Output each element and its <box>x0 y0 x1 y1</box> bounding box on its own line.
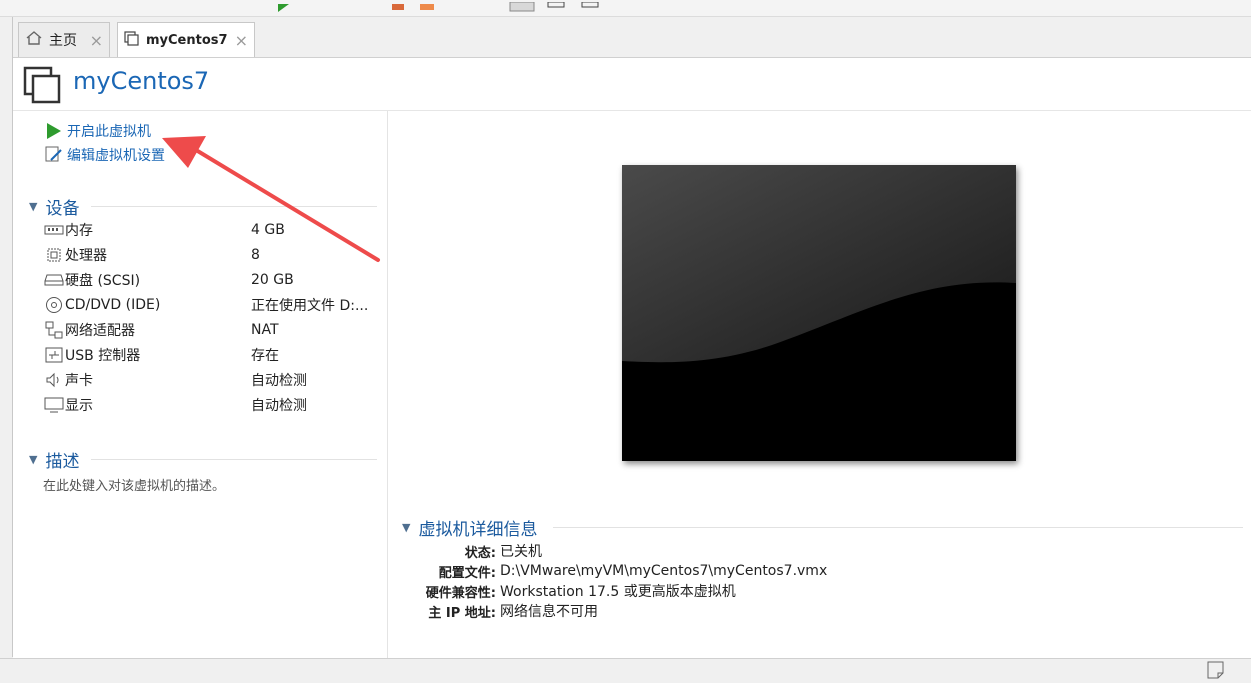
detail-key: 状态: <box>464 545 496 561</box>
device-value: 自动检测 <box>251 373 307 389</box>
vm-details-section-title: 虚拟机详细信息 <box>418 519 538 540</box>
vm-summary-panel: myCentos7 开启此虚拟机 编辑虚拟机设置 ▼ 设备 内存 4 GB 处理… <box>13 57 1251 658</box>
section-divider <box>91 459 377 460</box>
device-row-memory[interactable]: 内存 4 GB <box>43 219 383 241</box>
device-name: USB 控制器 <box>65 348 141 364</box>
cpu-icon <box>43 246 65 264</box>
device-value: NAT <box>251 322 279 338</box>
edit-settings-icon <box>45 146 62 162</box>
tab-bar: 主页 × myCentos7 × <box>13 17 1251 58</box>
tab-home-label: 主页 <box>49 33 77 49</box>
page-title: myCentos7 <box>73 67 210 95</box>
vm-header: myCentos7 <box>13 58 1251 111</box>
tab-mycentos7-label: myCentos7 <box>146 33 228 48</box>
description-section-title: 描述 <box>45 451 80 472</box>
play-icon <box>47 123 61 139</box>
device-name: 硬盘 (SCSI) <box>65 273 141 289</box>
description-section-header[interactable]: ▼ 描述 <box>29 448 80 472</box>
device-row-cd-dvd[interactable]: CD/DVD (IDE) 正在使用文件 D:... <box>43 294 383 316</box>
tab-home[interactable]: 主页 × <box>18 22 110 57</box>
device-name: 显示 <box>65 398 93 414</box>
device-value: 20 GB <box>251 272 294 288</box>
device-row-usb-controller[interactable]: USB 控制器 存在 <box>43 344 383 366</box>
toolbar-snapshot-icon[interactable] <box>390 0 440 10</box>
detail-value: D:\VMware\myVM\myCentos7\myCentos7.vmx <box>500 563 828 579</box>
device-value: 存在 <box>251 348 279 364</box>
monitor-icon <box>43 396 65 414</box>
detail-row-status: 状态: 已关机 <box>385 541 542 561</box>
vm-info-pane: 开启此虚拟机 编辑虚拟机设置 ▼ 设备 内存 4 GB 处理器 8 硬盘 (SC… <box>13 111 388 658</box>
device-name: CD/DVD (IDE) <box>65 297 161 313</box>
device-name: 声卡 <box>65 373 93 389</box>
device-name: 处理器 <box>65 248 107 264</box>
collapse-triangle-icon: ▼ <box>402 520 411 534</box>
network-adapter-icon <box>43 321 65 339</box>
main-toolbar <box>0 0 1251 17</box>
memory-icon <box>43 221 65 239</box>
device-row-hard-disk[interactable]: 硬盘 (SCSI) 20 GB <box>43 269 383 291</box>
edit-vm-settings-link[interactable]: 编辑虚拟机设置 <box>45 145 165 165</box>
detail-value: Workstation 17.5 或更高版本虚拟机 <box>500 584 736 600</box>
detail-key: 配置文件: <box>438 565 496 581</box>
device-row-network-adapter[interactable]: 网络适配器 NAT <box>43 319 383 341</box>
home-icon <box>25 30 43 50</box>
device-name: 内存 <box>65 223 93 239</box>
devices-section-header[interactable]: ▼ 设备 <box>29 195 80 219</box>
description-input[interactable]: 在此处键入对该虚拟机的描述。 <box>43 475 225 494</box>
device-value: 4 GB <box>251 222 285 238</box>
vm-screen-preview[interactable] <box>622 165 1016 461</box>
library-strip <box>0 17 13 657</box>
device-value: 8 <box>251 247 260 263</box>
cd-dvd-icon <box>43 296 65 314</box>
device-row-sound-card[interactable]: 声卡 自动检测 <box>43 369 383 391</box>
device-name: 网络适配器 <box>65 323 135 339</box>
vm-icon <box>124 30 140 51</box>
edit-vm-settings-label: 编辑虚拟机设置 <box>67 148 165 164</box>
detail-row-primary-ip: 主 IP 地址: 网络信息不可用 <box>385 601 598 621</box>
device-value: 自动检测 <box>251 398 307 414</box>
speaker-icon <box>43 371 65 389</box>
tab-home-close-icon[interactable]: × <box>90 31 103 50</box>
collapse-triangle-icon: ▼ <box>29 452 38 466</box>
power-on-vm-link[interactable]: 开启此虚拟机 <box>45 121 151 141</box>
detail-key: 主 IP 地址: <box>428 605 496 621</box>
detail-key: 硬件兼容性: <box>425 585 496 601</box>
tab-mycentos7[interactable]: myCentos7 × <box>117 22 255 58</box>
tab-mycentos7-close-icon[interactable]: × <box>235 31 248 50</box>
detail-value: 已关机 <box>500 544 542 560</box>
toolbar-play-icon[interactable] <box>278 0 289 12</box>
status-bar <box>0 658 1251 681</box>
detail-row-hardware-compatibility: 硬件兼容性: Workstation 17.5 或更高版本虚拟机 <box>385 581 736 601</box>
section-divider <box>91 206 377 207</box>
device-value: 正在使用文件 D:... <box>251 298 369 314</box>
detail-value: 网络信息不可用 <box>500 604 598 620</box>
detail-row-config-file: 配置文件: D:\VMware\myVM\myCentos7\myCentos7… <box>385 561 827 581</box>
devices-section-title: 设备 <box>45 198 80 219</box>
hard-disk-icon <box>43 271 65 289</box>
device-row-processor[interactable]: 处理器 8 <box>43 244 383 266</box>
power-on-vm-label: 开启此虚拟机 <box>67 124 151 140</box>
section-divider <box>553 527 1243 528</box>
device-row-display[interactable]: 显示 自动检测 <box>43 394 383 416</box>
usb-icon <box>43 346 65 364</box>
vm-details-section-header[interactable]: ▼ 虚拟机详细信息 <box>402 516 538 540</box>
vm-large-icon <box>23 66 63 110</box>
toolbar-view-icon[interactable] <box>508 0 608 12</box>
collapse-triangle-icon: ▼ <box>29 199 38 213</box>
